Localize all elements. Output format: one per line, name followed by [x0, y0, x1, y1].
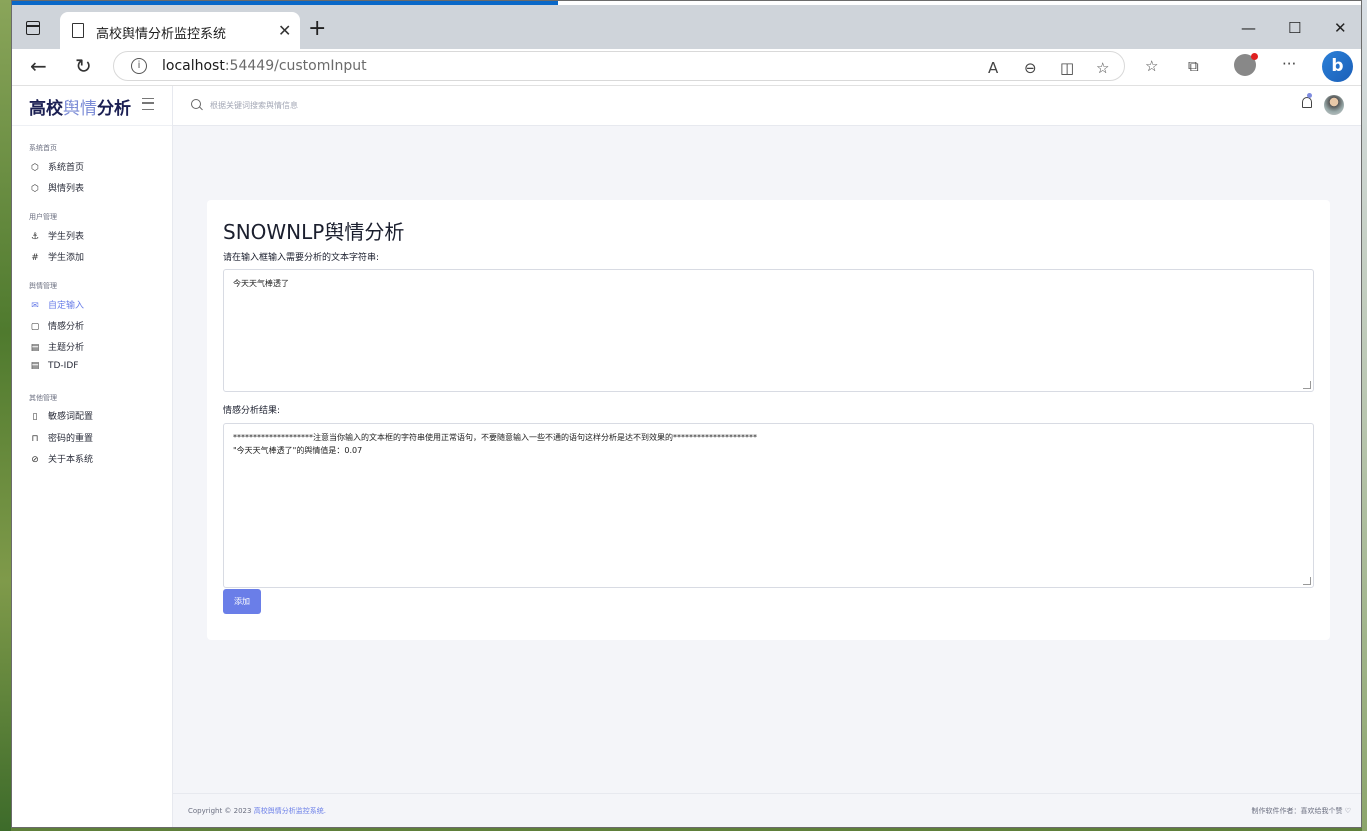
address-row: ← ↻ i localhost:54449/customInput A ⊖ ◫ …: [12, 49, 1361, 86]
add-button[interactable]: 添加: [223, 589, 261, 614]
anchor-icon: ⚓: [30, 232, 40, 242]
profile-icon[interactable]: [1234, 53, 1258, 76]
menu-toggle-icon[interactable]: [142, 98, 154, 110]
result-label: 情感分析结果:: [223, 406, 281, 416]
sidebar-item-tdidf[interactable]: ▤ TD-IDF: [29, 361, 79, 377]
web-page: 高校舆情分析 系统首页 ⬡ 系统首页 ⬡ 舆情列表 用户管理 ⚓ 学生列表 # 学生添加…: [12, 86, 1361, 827]
sidebar-item-student-add[interactable]: # 学生添加: [29, 250, 84, 266]
sidebar-section-title: 系统首页: [29, 144, 57, 152]
hash-icon: #: [31, 253, 39, 263]
split-screen-icon[interactable]: ◫: [1060, 59, 1074, 77]
message-icon: ▢: [30, 322, 40, 332]
lock-icon: ⊓: [31, 434, 39, 444]
tab-title: 高校舆情分析监控系统: [96, 27, 227, 42]
analysis-card: SNOWNLP舆情分析 请在输入框输入需要分析的文本字符串: 今天天气棒透了 情…: [207, 200, 1330, 640]
minimize-icon[interactable]: —: [1241, 19, 1256, 37]
footer: Copyright © 2023 高校舆情分析监控系统. 制作软件作者：喜欢给我…: [173, 793, 1361, 827]
input-label: 请在输入框输入需要分析的文本字符串:: [223, 253, 380, 263]
favorite-add-icon[interactable]: ☆: [1096, 59, 1109, 77]
page-title: SNOWNLP舆情分析: [223, 220, 405, 244]
search-icon: [191, 99, 201, 109]
copyright-link[interactable]: 高校舆情分析监控系统.: [254, 807, 326, 815]
notification-bell-icon[interactable]: [1302, 93, 1312, 108]
close-tab-icon[interactable]: ✕: [278, 21, 291, 40]
resize-handle-icon[interactable]: [1303, 381, 1311, 389]
result-output-area[interactable]: ********************注意当你输入的文本框的字符串使用正常语句…: [223, 423, 1314, 588]
sidebar-item-custom-input[interactable]: ✉ 自定输入: [29, 298, 84, 314]
resize-handle-icon[interactable]: [1303, 577, 1311, 585]
browser-tab[interactable]: 高校舆情分析监控系统 ✕: [60, 12, 300, 49]
new-tab-icon[interactable]: +: [308, 18, 326, 40]
close-window-icon[interactable]: ✕: [1334, 19, 1347, 37]
mail-icon: ✉: [31, 301, 39, 311]
sidebar-item-about[interactable]: ⊘ 关于本系统: [29, 452, 93, 468]
more-icon[interactable]: ···: [1282, 55, 1296, 73]
sidebar-item-sentiment[interactable]: ▢ 情感分析: [29, 319, 84, 335]
desktop-background-right: [1362, 0, 1367, 831]
top-bar: 根据关键词搜索舆情信息: [173, 86, 1361, 126]
tab-actions-icon[interactable]: [26, 21, 40, 35]
sidebar-item-password-reset[interactable]: ⊓ 密码的重置: [29, 431, 93, 447]
calendar-icon: ▤: [30, 361, 40, 371]
maximize-icon[interactable]: ☐: [1288, 19, 1301, 37]
desktop-background: [0, 0, 11, 831]
sidebar-item-topic[interactable]: ▤ 主题分析: [29, 340, 84, 356]
search-input[interactable]: 根据关键词搜索舆情信息: [210, 100, 298, 111]
sidebar-item-student-list[interactable]: ⚓ 学生列表: [29, 229, 84, 245]
read-aloud-icon[interactable]: A: [988, 59, 998, 77]
avatar[interactable]: [1324, 95, 1344, 115]
author-text: 制作软件作者：喜欢给我个赞 ♡: [1251, 807, 1351, 815]
sidebar-item-home[interactable]: ⬡ 系统首页: [29, 160, 84, 176]
copyright-text: Copyright © 2023 高校舆情分析监控系统.: [188, 807, 326, 815]
zoom-out-icon[interactable]: ⊖: [1024, 59, 1037, 77]
calendar-icon: ▤: [30, 343, 40, 353]
url-text: localhost:54449/customInput: [162, 58, 367, 74]
eye-off-icon: ⊘: [31, 455, 39, 465]
tablet-icon: ▯: [32, 412, 38, 422]
brand-logo[interactable]: 高校舆情分析: [12, 86, 172, 126]
sidebar-section-title: 舆情管理: [29, 282, 57, 290]
text-input-area[interactable]: 今天天气棒透了: [223, 269, 1314, 392]
sidebar-item-opinion-list[interactable]: ⬡ 舆情列表: [29, 181, 84, 197]
site-info-icon[interactable]: i: [131, 58, 147, 74]
bing-icon[interactable]: b: [1322, 51, 1353, 82]
address-bar[interactable]: i localhost:54449/customInput A ⊖ ◫ ☆: [113, 51, 1125, 81]
favorites-icon[interactable]: ☆: [1145, 57, 1158, 75]
collections-icon[interactable]: ⧉: [1188, 57, 1199, 75]
sidebar-section-title: 用户管理: [29, 213, 57, 221]
sidebar: 高校舆情分析 系统首页 ⬡ 系统首页 ⬡ 舆情列表 用户管理 ⚓ 学生列表 # 学生添加…: [12, 86, 173, 827]
sidebar-item-sensitive-words[interactable]: ▯ 敏感词配置: [29, 409, 94, 425]
back-icon[interactable]: ←: [30, 54, 47, 78]
sidebar-section-title: 其他管理: [29, 394, 57, 402]
refresh-icon[interactable]: ↻: [75, 54, 92, 78]
cube-icon: ⬡: [31, 184, 39, 194]
page-icon: [72, 23, 84, 38]
cube-icon: ⬡: [31, 163, 39, 173]
browser-window: 高校舆情分析监控系统 ✕ + — ☐ ✕ ← ↻ i localhost:544…: [11, 0, 1362, 828]
tab-bar: 高校舆情分析监控系统 ✕ + — ☐ ✕: [12, 5, 1361, 49]
